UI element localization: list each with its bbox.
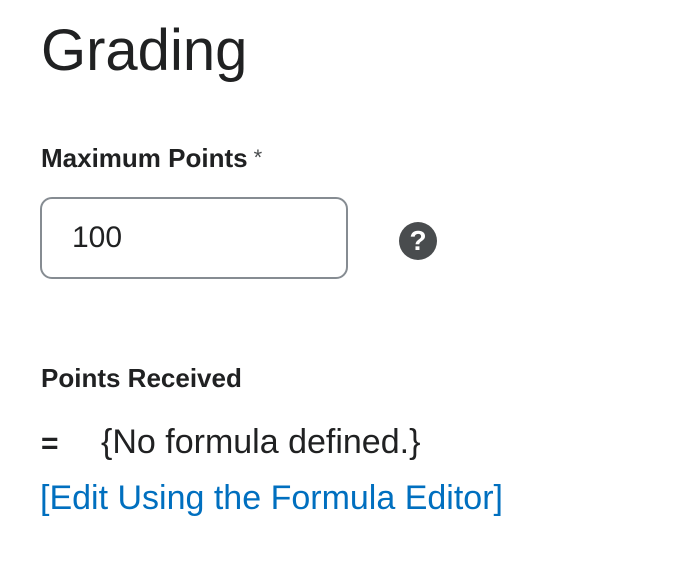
edit-formula-link[interactable]: [Edit Using the Formula Editor] [40,476,503,520]
points-received-label: Points Received [41,363,242,393]
required-asterisk: * [253,145,263,170]
maximum-points-input[interactable] [40,197,348,279]
formula-text: {No formula defined.} [101,423,421,461]
maximum-points-label-text: Maximum Points [41,143,248,173]
formula-row: = {No formula defined.} [41,420,420,466]
maximum-points-label: Maximum Points * [41,142,262,174]
question-circle-icon[interactable]: ? [399,222,437,260]
page-title: Grading [41,18,248,83]
equals-sign: = [41,427,59,460]
